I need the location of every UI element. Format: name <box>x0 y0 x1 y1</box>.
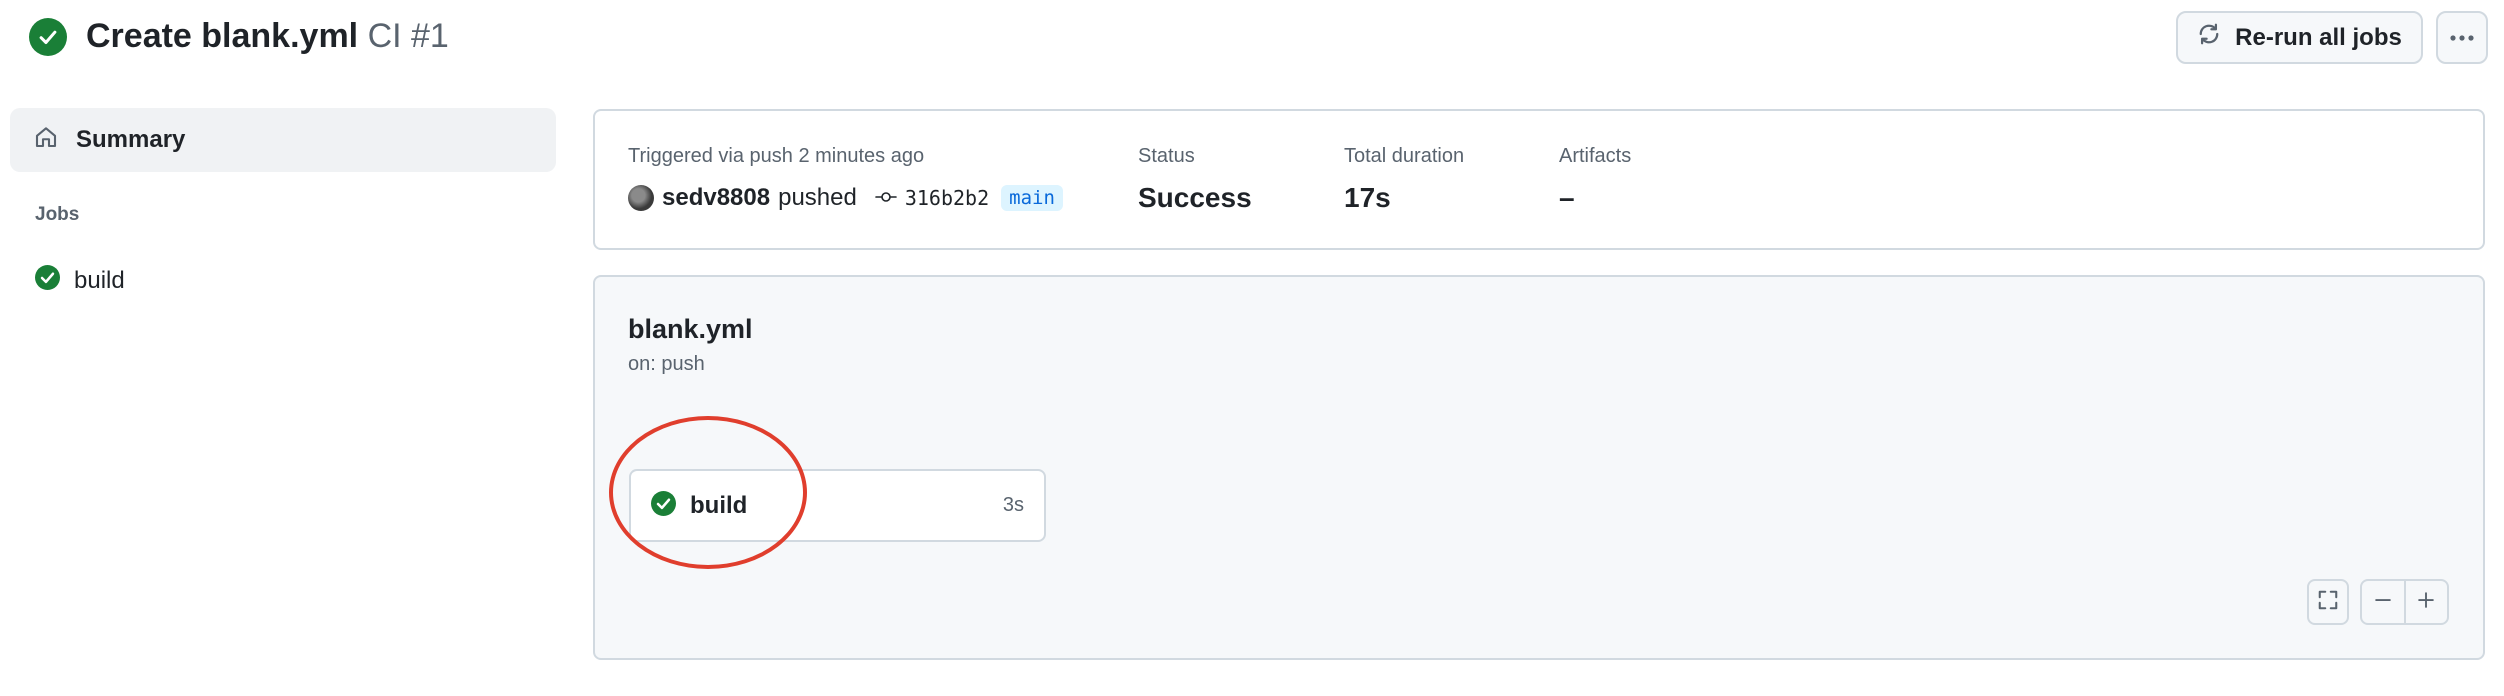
duration-value: 17s <box>1344 182 1391 213</box>
job-name: build <box>690 491 748 519</box>
check-circle-icon <box>651 490 676 521</box>
sidebar-item-build[interactable]: build <box>10 258 556 304</box>
trigger-label: Triggered via push 2 minutes ago <box>628 145 925 167</box>
commit-sha: 316b2b2 <box>904 186 990 210</box>
rerun-all-jobs-button[interactable]: Re-run all jobs <box>2176 11 2423 64</box>
trigger-details: sedv8808 pushed 316b2b2 main <box>628 181 1063 215</box>
status-column: Status Success <box>1138 143 1252 215</box>
page-title: Create blank.yml CI #1 <box>86 14 449 58</box>
workflow-file-name[interactable]: blank.yml <box>628 314 753 345</box>
kebab-horizontal-icon <box>2449 29 2475 47</box>
more-options-button[interactable] <box>2436 11 2488 64</box>
status-value: Success <box>1138 182 1252 213</box>
job-node-build[interactable]: build 3s <box>629 469 1046 542</box>
check-circle-icon <box>29 18 67 56</box>
fullscreen-icon <box>2317 589 2339 616</box>
workflow-run-name: CI #1 <box>367 17 449 55</box>
workflow-graph: blank.yml on: push build 3s <box>593 275 2485 660</box>
run-summary-card: Triggered via push 2 minutes ago sedv880… <box>593 109 2485 250</box>
home-icon <box>34 125 58 156</box>
zoom-in-button[interactable] <box>2403 581 2448 623</box>
artifacts-value: – <box>1559 182 1575 213</box>
jobs-heading: Jobs <box>35 204 80 225</box>
sidebar-item-label: build <box>74 267 125 294</box>
fullscreen-button[interactable] <box>2307 579 2349 625</box>
commit-message-title: Create blank.yml <box>86 17 359 55</box>
zoom-controls <box>2360 579 2449 625</box>
artifacts-column: Artifacts – <box>1559 143 1631 215</box>
zoom-out-button[interactable] <box>2362 581 2404 623</box>
sidebar-item-summary[interactable]: Summary <box>10 108 556 172</box>
check-circle-icon <box>35 265 60 297</box>
branch-label[interactable]: main <box>1001 185 1063 211</box>
sync-icon <box>2197 22 2221 53</box>
artifacts-label: Artifacts <box>1559 145 1632 167</box>
actor-username-link[interactable]: sedv8808 <box>662 184 770 212</box>
avatar[interactable] <box>628 185 654 211</box>
push-action-text: pushed <box>778 184 857 211</box>
workflow-trigger: on: push <box>628 353 705 375</box>
zoom-out-icon <box>2373 590 2393 615</box>
status-label: Status <box>1138 145 1195 167</box>
trigger-column: Triggered via push 2 minutes ago sedv880… <box>628 143 1063 215</box>
job-duration: 3s <box>1002 494 1024 516</box>
rerun-label: Re-run all jobs <box>2235 23 2402 51</box>
run-header: Create blank.yml CI #1 Re-run all jobs <box>0 0 2504 80</box>
duration-label: Total duration <box>1344 145 1465 167</box>
commit-link[interactable]: 316b2b2 <box>875 186 989 210</box>
zoom-in-icon <box>2416 590 2436 615</box>
duration-column: Total duration 17s <box>1344 143 1464 215</box>
git-commit-icon <box>875 186 897 210</box>
sidebar-item-label: Summary <box>76 126 186 153</box>
